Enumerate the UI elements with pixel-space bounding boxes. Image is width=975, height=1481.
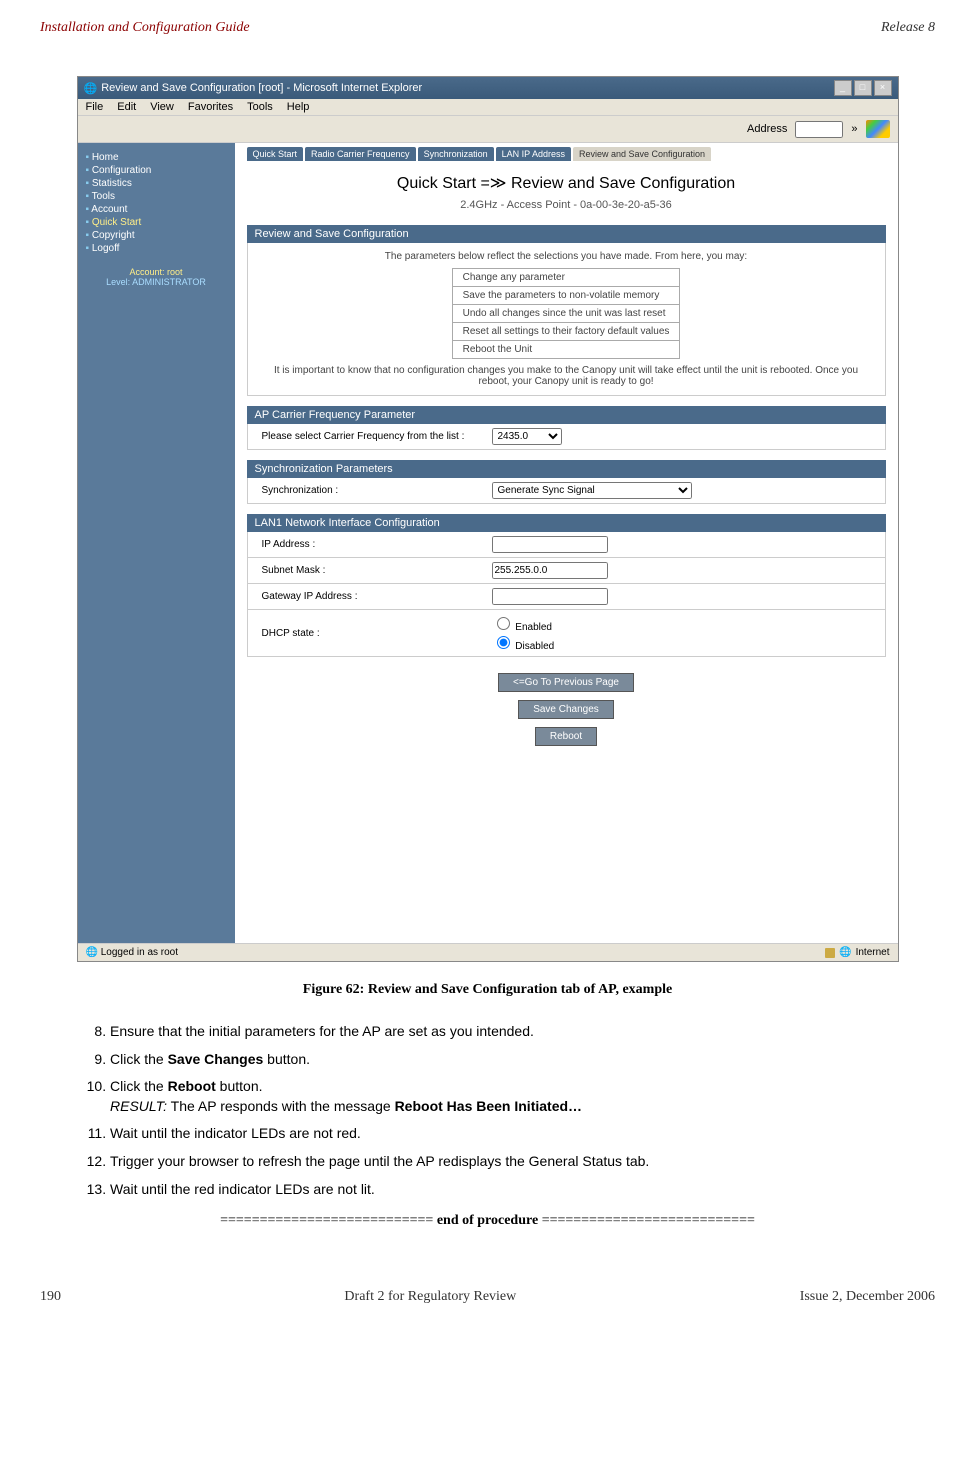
page-number: 190 <box>40 1289 61 1305</box>
dhcp-disabled-label: Disabled <box>515 641 554 652</box>
tab-lan-ip[interactable]: LAN IP Address <box>496 147 571 161</box>
tab-quickstart[interactable]: Quick Start <box>247 147 304 161</box>
sidebar-item-configuration[interactable]: Configuration <box>84 164 229 177</box>
sidebar-item-tools[interactable]: Tools <box>84 190 229 203</box>
address-label: Address <box>747 123 787 135</box>
maximize-button[interactable]: □ <box>854 80 872 96</box>
toolbar-chevron[interactable]: » <box>851 123 857 135</box>
step-8: Ensure that the initial parameters for t… <box>110 1022 895 1042</box>
dhcp-enabled-radio[interactable] <box>497 617 510 630</box>
section-lan-header: LAN1 Network Interface Configuration <box>247 514 886 532</box>
option-undo: Undo all changes since the unit was last… <box>452 305 680 323</box>
sidebar-item-home[interactable]: Home <box>84 151 229 164</box>
sidebar-item-statistics[interactable]: Statistics <box>84 177 229 190</box>
ie-icon: 🌐 <box>84 82 98 95</box>
freq-select[interactable]: 2435.0 <box>492 428 562 445</box>
dhcp-label: DHCP state : <box>262 628 492 639</box>
freq-label: Please select Carrier Frequency from the… <box>262 431 492 442</box>
header-left: Installation and Configuration Guide <box>40 20 250 36</box>
statusbar-right: 🌐 Internet <box>825 947 889 958</box>
sync-row: Synchronization : Generate Sync Signal <box>247 478 886 504</box>
main-panel: Quick Start Radio Carrier Frequency Sync… <box>235 143 898 943</box>
figure-caption: Figure 62: Review and Save Configuration… <box>40 982 935 998</box>
options-table: Change any parameter Save the parameters… <box>452 268 681 359</box>
sidebar-item-logoff[interactable]: Logoff <box>84 242 229 255</box>
browser-screenshot: 🌐 Review and Save Configuration [root] -… <box>77 76 899 962</box>
gateway-input[interactable] <box>492 588 608 605</box>
ip-row: IP Address : <box>247 532 886 558</box>
step-12: Trigger your browser to refresh the page… <box>110 1152 895 1172</box>
lock-icon <box>825 948 835 958</box>
subnet-row: Subnet Mask : <box>247 558 886 584</box>
main-subtitle: 2.4GHz - Access Point - 0a-00-3e-20-a5-3… <box>247 199 886 211</box>
sidebar: Home Configuration Statistics Tools Acco… <box>78 143 235 943</box>
minimize-button[interactable]: _ <box>834 80 852 96</box>
window-controls: _ □ × <box>834 80 892 96</box>
subnet-input[interactable] <box>492 562 608 579</box>
reboot-button[interactable]: Reboot <box>535 727 597 746</box>
sidebar-item-quickstart[interactable]: Quick Start <box>84 216 229 229</box>
step-13: Wait until the red indicator LEDs are no… <box>110 1180 895 1200</box>
globe-icon: 🌐 <box>839 947 851 958</box>
dhcp-row: DHCP state : Enabled Disabled <box>247 610 886 657</box>
gateway-label: Gateway IP Address : <box>262 591 492 602</box>
window-title: Review and Save Configuration [root] - M… <box>101 82 422 94</box>
windows-flag-icon <box>866 120 890 138</box>
menu-file[interactable]: File <box>86 101 104 113</box>
section-review-header: Review and Save Configuration <box>247 225 886 243</box>
tab-row: Quick Start Radio Carrier Frequency Sync… <box>247 147 886 161</box>
tab-review-save[interactable]: Review and Save Configuration <box>573 147 711 161</box>
step-10: Click the Reboot button.RESULT: The AP r… <box>110 1077 895 1116</box>
tab-synchronization[interactable]: Synchronization <box>418 147 494 161</box>
tab-radio-carrier[interactable]: Radio Carrier Frequency <box>305 147 416 161</box>
main-title: Quick Start =≫ Review and Save Configura… <box>247 173 886 193</box>
section-freq-header: AP Carrier Frequency Parameter <box>247 406 886 424</box>
option-reboot: Reboot the Unit <box>452 341 680 359</box>
option-reset: Reset all settings to their factory defa… <box>452 323 680 341</box>
menubar: File Edit View Favorites Tools Help <box>78 99 898 116</box>
menu-view[interactable]: View <box>150 101 174 113</box>
sidebar-level: Level: ADMINISTRATOR <box>84 277 229 287</box>
step-11: Wait until the indicator LEDs are not re… <box>110 1124 895 1144</box>
option-save: Save the parameters to non-volatile memo… <box>452 287 680 305</box>
freq-row: Please select Carrier Frequency from the… <box>247 424 886 450</box>
dhcp-enabled-label: Enabled <box>515 622 552 633</box>
ip-input[interactable] <box>492 536 608 553</box>
toolbar: Address » <box>78 116 898 143</box>
sidebar-account: Account: root <box>84 267 229 277</box>
sidebar-item-copyright[interactable]: Copyright <box>84 229 229 242</box>
dhcp-disabled-radio[interactable] <box>497 636 510 649</box>
page-header: Installation and Configuration Guide Rel… <box>40 20 935 36</box>
statusbar-zone: Internet <box>856 947 890 958</box>
menu-help[interactable]: Help <box>287 101 310 113</box>
step-9: Click the Save Changes button. <box>110 1050 895 1070</box>
sidebar-item-account[interactable]: Account <box>84 203 229 216</box>
sync-label: Synchronization : <box>262 485 492 496</box>
footer-center: Draft 2 for Regulatory Review <box>344 1289 516 1305</box>
option-change: Change any parameter <box>452 269 680 287</box>
menu-tools[interactable]: Tools <box>247 101 273 113</box>
subnet-label: Subnet Mask : <box>262 565 492 576</box>
address-input[interactable] <box>795 121 843 138</box>
procedure-list: Ensure that the initial parameters for t… <box>80 1022 895 1199</box>
section-sync-header: Synchronization Parameters <box>247 460 886 478</box>
review-intro: The parameters below reflect the selecti… <box>262 251 871 262</box>
ip-label: IP Address : <box>262 539 492 550</box>
section-review-body: The parameters below reflect the selecti… <box>247 243 886 396</box>
save-changes-button[interactable]: Save Changes <box>518 700 614 719</box>
review-note: It is important to know that no configur… <box>262 365 871 387</box>
sync-select[interactable]: Generate Sync Signal <box>492 482 692 499</box>
close-button[interactable]: × <box>874 80 892 96</box>
statusbar: 🌐 Logged in as root 🌐 Internet <box>78 943 898 961</box>
page-footer: 190 Draft 2 for Regulatory Review Issue … <box>40 1289 935 1305</box>
gateway-row: Gateway IP Address : <box>247 584 886 610</box>
menu-favorites[interactable]: Favorites <box>188 101 233 113</box>
window-titlebar: 🌐 Review and Save Configuration [root] -… <box>78 77 898 99</box>
end-procedure: =========================== end of proce… <box>40 1213 935 1229</box>
menu-edit[interactable]: Edit <box>117 101 136 113</box>
prev-page-button[interactable]: <=Go To Previous Page <box>498 673 634 692</box>
footer-right: Issue 2, December 2006 <box>800 1289 935 1305</box>
header-right: Release 8 <box>881 20 935 36</box>
statusbar-left: 🌐 Logged in as root <box>86 947 179 958</box>
